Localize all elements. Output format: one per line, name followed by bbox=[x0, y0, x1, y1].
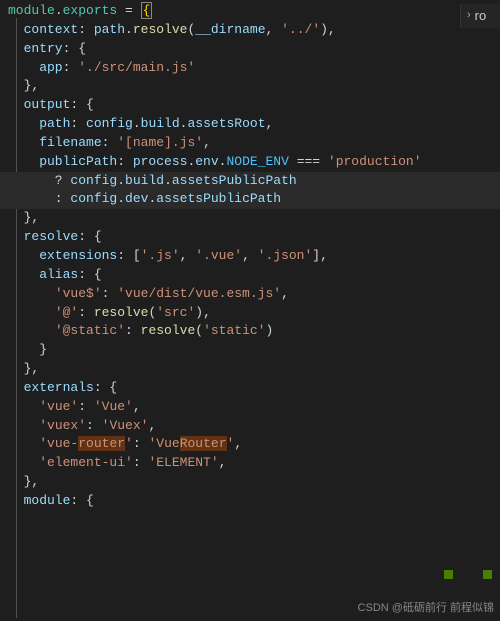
watermark: CSDN @砥砺前行 前程似锦 bbox=[358, 601, 494, 617]
code-line: entry: { bbox=[0, 40, 500, 59]
code-line: 'vue-router': 'VueRouter', bbox=[0, 435, 500, 454]
code-line: path: config.build.assetsRoot, bbox=[0, 115, 500, 134]
code-line: }, bbox=[0, 209, 500, 228]
code-line: }, bbox=[0, 473, 500, 492]
code-line: module: { bbox=[0, 492, 500, 511]
code-line: module.exports = { bbox=[0, 2, 500, 21]
code-line: }, bbox=[0, 77, 500, 96]
change-marker-icon bbox=[444, 570, 453, 579]
chevron-right-icon: › bbox=[467, 8, 471, 24]
code-line: publicPath: process.env.NODE_ENV === 'pr… bbox=[0, 153, 500, 172]
code-line: 'vue': 'Vue', bbox=[0, 398, 500, 417]
code-line: alias: { bbox=[0, 266, 500, 285]
code-line: : config.dev.assetsPublicPath bbox=[0, 190, 500, 209]
code-line: filename: '[name].js', bbox=[0, 134, 500, 153]
code-line: resolve: { bbox=[0, 228, 500, 247]
code-line: 'element-ui': 'ELEMENT', bbox=[0, 454, 500, 473]
code-line: } bbox=[0, 341, 500, 360]
code-line: 'vue$': 'vue/dist/vue.esm.js', bbox=[0, 285, 500, 304]
minimap-marks bbox=[444, 570, 492, 579]
change-marker-icon bbox=[483, 570, 492, 579]
code-line: ? config.build.assetsPublicPath bbox=[0, 172, 500, 191]
side-panel-label: ro bbox=[475, 7, 487, 26]
code-line: externals: { bbox=[0, 379, 500, 398]
code-editor[interactable]: module.exports = { context: path.resolve… bbox=[0, 0, 500, 511]
code-line: output: { bbox=[0, 96, 500, 115]
code-line: 'vuex': 'Vuex', bbox=[0, 417, 500, 436]
code-line: context: path.resolve(__dirname, '../'), bbox=[0, 21, 500, 40]
code-line: '@': resolve('src'), bbox=[0, 304, 500, 323]
side-panel[interactable]: › ro bbox=[460, 4, 500, 28]
code-line: }, bbox=[0, 360, 500, 379]
code-line: '@static': resolve('static') bbox=[0, 322, 500, 341]
code-line: app: './src/main.js' bbox=[0, 59, 500, 78]
code-line: extensions: ['.js', '.vue', '.json'], bbox=[0, 247, 500, 266]
